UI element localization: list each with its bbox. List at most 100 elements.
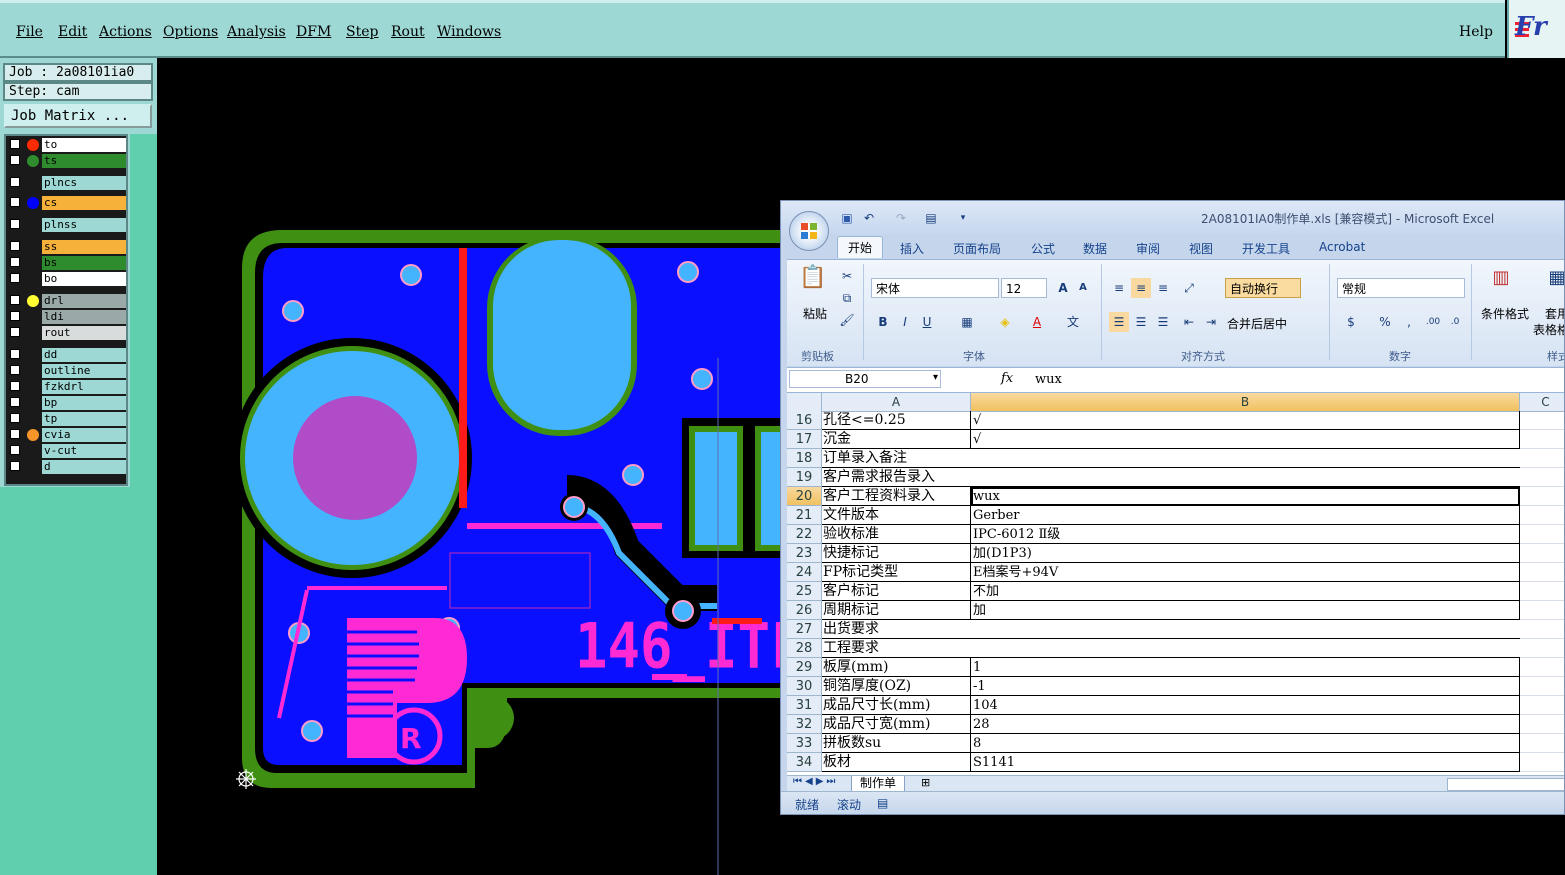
layer-checkbox[interactable] bbox=[10, 197, 20, 207]
layer-row-d[interactable]: d bbox=[8, 460, 126, 474]
row-header[interactable]: 34 bbox=[787, 753, 822, 772]
align-center-icon[interactable]: ☰ bbox=[1131, 312, 1151, 332]
align-left-icon[interactable]: ☰ bbox=[1109, 312, 1129, 332]
layer-name[interactable]: plncs bbox=[42, 176, 126, 190]
cell-a[interactable]: 拼板数su bbox=[822, 734, 971, 753]
spreadsheet-grid[interactable]: A B C 16 孔径<=0.25 √ 17 沉金 √ 18 订单录入备注 19 客户需求报告录入… bbox=[787, 393, 1564, 775]
cell-a[interactable]: 板材 bbox=[822, 753, 971, 772]
column-header-a[interactable]: A bbox=[822, 393, 971, 411]
layer-name[interactable]: cs bbox=[42, 196, 126, 210]
cell-a[interactable]: 文件版本 bbox=[822, 506, 971, 525]
wrap-text-button[interactable]: 自动换行 bbox=[1225, 278, 1301, 298]
layer-name[interactable]: cvia bbox=[42, 428, 126, 442]
number-format-dropdown[interactable]: 常规 bbox=[1337, 278, 1465, 298]
name-box-dropdown-icon[interactable]: ▾ bbox=[933, 372, 938, 383]
paste-label[interactable]: 粘贴 bbox=[803, 305, 827, 322]
layer-checkbox[interactable] bbox=[10, 311, 20, 321]
customize-toolbar-icon[interactable]: ▾ bbox=[953, 208, 973, 228]
layer-row-ss[interactable]: ss bbox=[8, 240, 126, 254]
tab-review[interactable]: 审阅 bbox=[1136, 240, 1160, 257]
row-header[interactable]: 32 bbox=[787, 715, 822, 734]
cell-b[interactable]: E档案号+94V bbox=[971, 563, 1520, 582]
cell-a[interactable]: FP标记类型 bbox=[822, 563, 971, 582]
increase-decimal-icon[interactable]: .00 bbox=[1423, 312, 1443, 332]
percent-icon[interactable]: % bbox=[1375, 312, 1395, 332]
menu-actions[interactable]: Actions bbox=[99, 24, 152, 40]
menu-dfm[interactable]: DFM bbox=[296, 24, 331, 40]
layer-row-v-cut[interactable]: v-cut bbox=[8, 444, 126, 458]
layer-color-dot[interactable] bbox=[27, 197, 39, 209]
cell-b[interactable]: -1 bbox=[971, 677, 1520, 696]
cell-c[interactable] bbox=[1520, 430, 1564, 449]
row-header[interactable]: 29 bbox=[787, 658, 822, 677]
row-header[interactable]: 26 bbox=[787, 601, 822, 620]
grow-font-icon[interactable]: A bbox=[1053, 278, 1073, 298]
font-name-dropdown[interactable]: 宋体 bbox=[871, 278, 999, 298]
menu-options[interactable]: Options bbox=[163, 24, 218, 40]
macro-record-icon[interactable]: ▤ bbox=[877, 796, 888, 810]
row-header[interactable]: 28 bbox=[787, 639, 822, 658]
layer-name[interactable]: fzkdrl bbox=[42, 380, 126, 394]
cell-b[interactable]: IPC-6012 Ⅱ级 bbox=[971, 525, 1520, 544]
layer-checkbox[interactable] bbox=[10, 219, 20, 229]
align-middle-icon[interactable]: ≡ bbox=[1131, 278, 1151, 298]
tab-home[interactable]: 开始 bbox=[837, 236, 884, 258]
layer-checkbox[interactable] bbox=[10, 461, 20, 471]
layer-row-drl[interactable]: drl bbox=[8, 294, 126, 308]
cell-c[interactable] bbox=[1520, 487, 1564, 506]
menu-file[interactable]: File bbox=[16, 24, 43, 40]
redo-icon[interactable]: ↷ bbox=[891, 208, 911, 228]
cell-b[interactable]: √ bbox=[971, 430, 1520, 449]
table-format-icon[interactable]: ▦ bbox=[1543, 268, 1564, 296]
cell-c[interactable] bbox=[1520, 563, 1564, 582]
layer-name[interactable]: outline bbox=[42, 364, 126, 378]
row-header[interactable]: 33 bbox=[787, 734, 822, 753]
increase-indent-icon[interactable]: ⇥ bbox=[1201, 312, 1221, 332]
layer-name[interactable]: bo bbox=[42, 272, 126, 286]
function-icon[interactable]: fx bbox=[1001, 371, 1013, 386]
select-all-corner[interactable] bbox=[787, 393, 822, 411]
align-right-icon[interactable]: ☰ bbox=[1153, 312, 1173, 332]
layer-row-tp[interactable]: tp bbox=[8, 412, 126, 426]
cell-c[interactable] bbox=[1520, 411, 1564, 430]
cell-a[interactable]: 成品尺寸宽(mm) bbox=[822, 715, 971, 734]
insert-sheet-icon[interactable]: ⊞ bbox=[921, 776, 930, 789]
tab-view[interactable]: 视图 bbox=[1189, 240, 1213, 257]
row-header[interactable]: 16 bbox=[787, 411, 822, 430]
cell-b[interactable]: 不加 bbox=[971, 582, 1520, 601]
cell-c[interactable] bbox=[1520, 601, 1564, 620]
layer-list-scrollbar[interactable] bbox=[130, 134, 157, 487]
row-header[interactable]: 25 bbox=[787, 582, 822, 601]
layer-row-fzkdrl[interactable]: fzkdrl bbox=[8, 380, 126, 394]
menu-help[interactable]: Help bbox=[1459, 24, 1493, 40]
layer-checkbox[interactable] bbox=[10, 295, 20, 305]
tab-insert[interactable]: 插入 bbox=[900, 240, 924, 257]
font-size-dropdown[interactable]: 12 bbox=[1001, 278, 1047, 298]
cell-a[interactable]: 孔径<=0.25 bbox=[822, 411, 971, 430]
cell-c[interactable] bbox=[1520, 468, 1564, 487]
cell-a[interactable]: 出货要求 bbox=[822, 620, 1520, 639]
cell-b-active[interactable]: wux bbox=[971, 487, 1520, 506]
row-header[interactable]: 19 bbox=[787, 468, 822, 487]
layer-name[interactable]: rout bbox=[42, 326, 126, 340]
row-header[interactable]: 22 bbox=[787, 525, 822, 544]
cell-b[interactable]: 加 bbox=[971, 601, 1520, 620]
row-header[interactable]: 23 bbox=[787, 544, 822, 563]
cell-a[interactable]: 客户标记 bbox=[822, 582, 971, 601]
menu-analysis[interactable]: Analysis bbox=[227, 24, 286, 40]
layer-name[interactable]: bs bbox=[42, 256, 126, 270]
cut-icon[interactable]: ✂ bbox=[837, 266, 857, 286]
layer-name[interactable]: tp bbox=[42, 412, 126, 426]
layer-checkbox[interactable] bbox=[10, 139, 20, 149]
cell-a[interactable]: 订单录入备注 bbox=[822, 449, 1520, 468]
cell-c[interactable] bbox=[1520, 753, 1564, 772]
border-icon[interactable]: ▦ bbox=[957, 312, 977, 332]
layer-row-ts[interactable]: ts bbox=[8, 154, 126, 168]
cell-a[interactable]: 成品尺寸长(mm) bbox=[822, 696, 971, 715]
layer-checkbox[interactable] bbox=[10, 241, 20, 251]
cell-b[interactable]: 104 bbox=[971, 696, 1520, 715]
row-header[interactable]: 20 bbox=[787, 487, 822, 506]
phonetic-icon[interactable]: 文 bbox=[1063, 312, 1083, 332]
layer-checkbox[interactable] bbox=[10, 155, 20, 165]
cell-a[interactable]: 快捷标记 bbox=[822, 544, 971, 563]
